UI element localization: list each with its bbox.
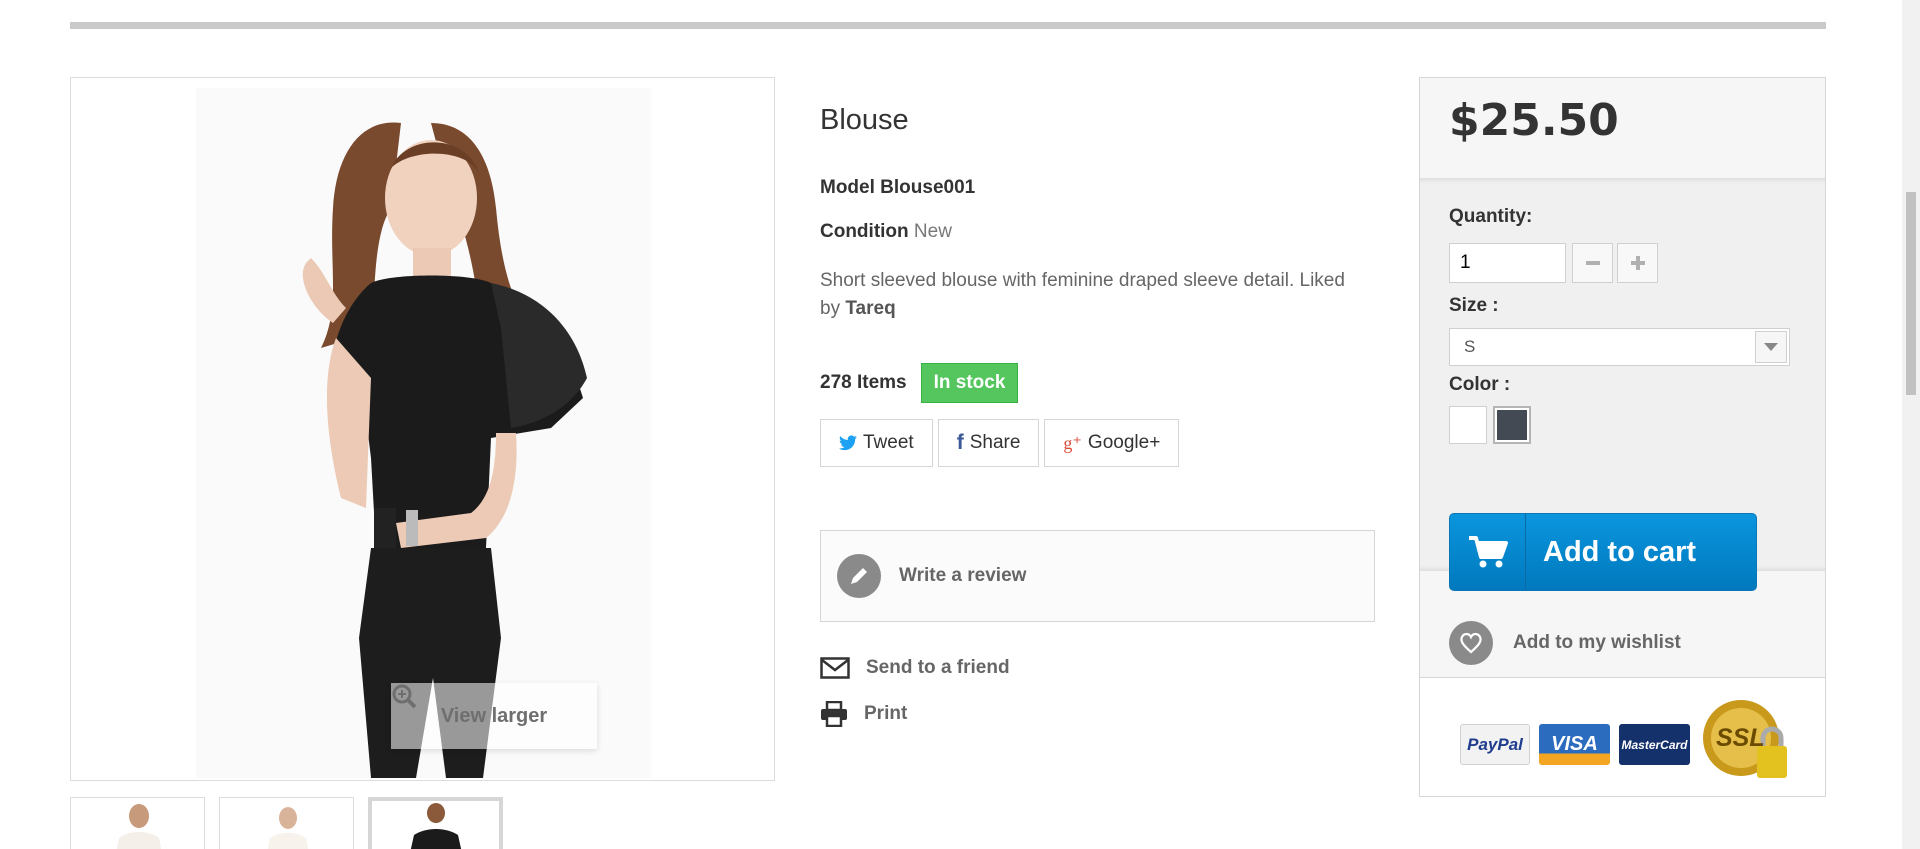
product-condition: Condition New <box>820 221 952 243</box>
paypal-logo: PayPal <box>1460 724 1530 765</box>
product-price: $25.50 <box>1449 95 1619 146</box>
tweet-button[interactable]: Tweet <box>820 419 933 467</box>
ssl-text: SSL <box>1716 724 1765 752</box>
size-select[interactable]: S <box>1449 328 1790 366</box>
write-review-box[interactable]: Write a review <box>820 530 1375 622</box>
printer-icon <box>821 701 847 727</box>
visa-text: VISA <box>1551 733 1598 755</box>
twitter-icon <box>839 435 857 451</box>
size-label: Size : <box>1449 295 1499 316</box>
color-label: Color : <box>1449 374 1511 395</box>
thumbnail-strip <box>70 797 503 849</box>
send-to-friend-label: Send to a friend <box>866 657 1010 678</box>
zoom-icon <box>392 684 417 709</box>
google-plus-label: Google+ <box>1087 432 1161 453</box>
quantity-label-text: Quantity: <box>1449 206 1533 227</box>
add-to-wishlist-link[interactable]: Add to my wishlist <box>1449 621 1681 665</box>
stock-info: 278 Items In stock <box>820 363 1019 403</box>
share-label: Share <box>969 432 1021 453</box>
print-link[interactable]: Print <box>820 701 907 727</box>
payment-methods: PayPal VISA MasterCard SSL <box>1420 677 1825 796</box>
thumbnail-photo <box>116 804 162 849</box>
color-swatch-white[interactable] <box>1449 406 1487 444</box>
print-label: Print <box>864 703 908 724</box>
price-area: $25.50 <box>1420 78 1825 175</box>
page-scrollbar[interactable] <box>1902 0 1920 849</box>
stock-badge: In stock <box>920 363 1019 403</box>
size-selected-value: S <box>1464 337 1476 356</box>
product-image[interactable]: View larger <box>70 77 775 781</box>
tweet-label: Tweet <box>863 432 914 453</box>
chevron-down-icon <box>1755 331 1787 363</box>
mastercard-logo: MasterCard <box>1619 724 1690 765</box>
social-share: Tweet f Share g⁺ Google+ <box>820 419 1180 467</box>
thumbnail-photo <box>410 803 462 849</box>
condition-label: Condition <box>820 221 909 242</box>
buy-box: $25.50 Quantity: Size : S Color : Add to… <box>1419 77 1826 797</box>
top-divider <box>70 22 1826 29</box>
mastercard-text: MasterCard <box>1621 737 1688 752</box>
pencil-icon <box>837 554 881 598</box>
write-review-label: Write a review <box>899 565 1027 586</box>
thumbnail-3[interactable] <box>368 797 503 849</box>
view-larger-button[interactable]: View larger <box>391 683 597 749</box>
description-user: Tareq <box>845 298 896 319</box>
share-button[interactable]: f Share <box>937 419 1040 467</box>
facebook-icon: f <box>956 431 964 454</box>
quantity-increase-button[interactable] <box>1617 243 1658 283</box>
add-to-wishlist-label: Add to my wishlist <box>1513 632 1681 653</box>
product-photo <box>71 78 774 780</box>
product-title: Blouse <box>820 104 909 136</box>
thumbnail-2[interactable] <box>219 797 354 849</box>
minus-icon <box>1585 261 1600 265</box>
visa-logo: VISA <box>1539 724 1610 765</box>
description-text: Short sleeved blouse with feminine drape… <box>820 270 1345 319</box>
quantity-decrease-button[interactable] <box>1572 243 1613 283</box>
thumbnail-1[interactable] <box>70 797 205 849</box>
thumbnail-photo <box>267 807 309 849</box>
heart-icon <box>1449 621 1493 665</box>
product-model: Model Blouse001 <box>820 177 975 199</box>
paypal-text: PayPal <box>1467 734 1523 754</box>
scrollbar-thumb[interactable] <box>1906 192 1916 395</box>
ssl-seal-icon: SSL <box>1701 698 1793 786</box>
condition-value: New <box>913 221 952 242</box>
google-plus-button[interactable]: g⁺ Google+ <box>1044 419 1180 467</box>
plus-icon <box>1630 256 1645 270</box>
google-plus-icon: g⁺ <box>1063 432 1082 453</box>
cart-icon <box>1450 514 1526 590</box>
send-to-friend-link[interactable]: Send to a friend <box>820 657 1010 679</box>
view-larger-label: View larger <box>440 704 548 727</box>
model-value: Blouse001 <box>880 177 976 198</box>
envelope-icon <box>820 657 850 679</box>
model-label: Model <box>820 177 875 198</box>
color-swatch-dark-gray[interactable] <box>1493 406 1531 444</box>
quantity-input[interactable] <box>1449 243 1566 283</box>
product-description: Short sleeved blouse with feminine drape… <box>820 267 1365 323</box>
items-count: 278 Items <box>820 372 907 393</box>
add-to-cart-button[interactable]: Add to cart <box>1449 513 1757 591</box>
add-to-cart-label: Add to cart <box>1543 535 1697 568</box>
